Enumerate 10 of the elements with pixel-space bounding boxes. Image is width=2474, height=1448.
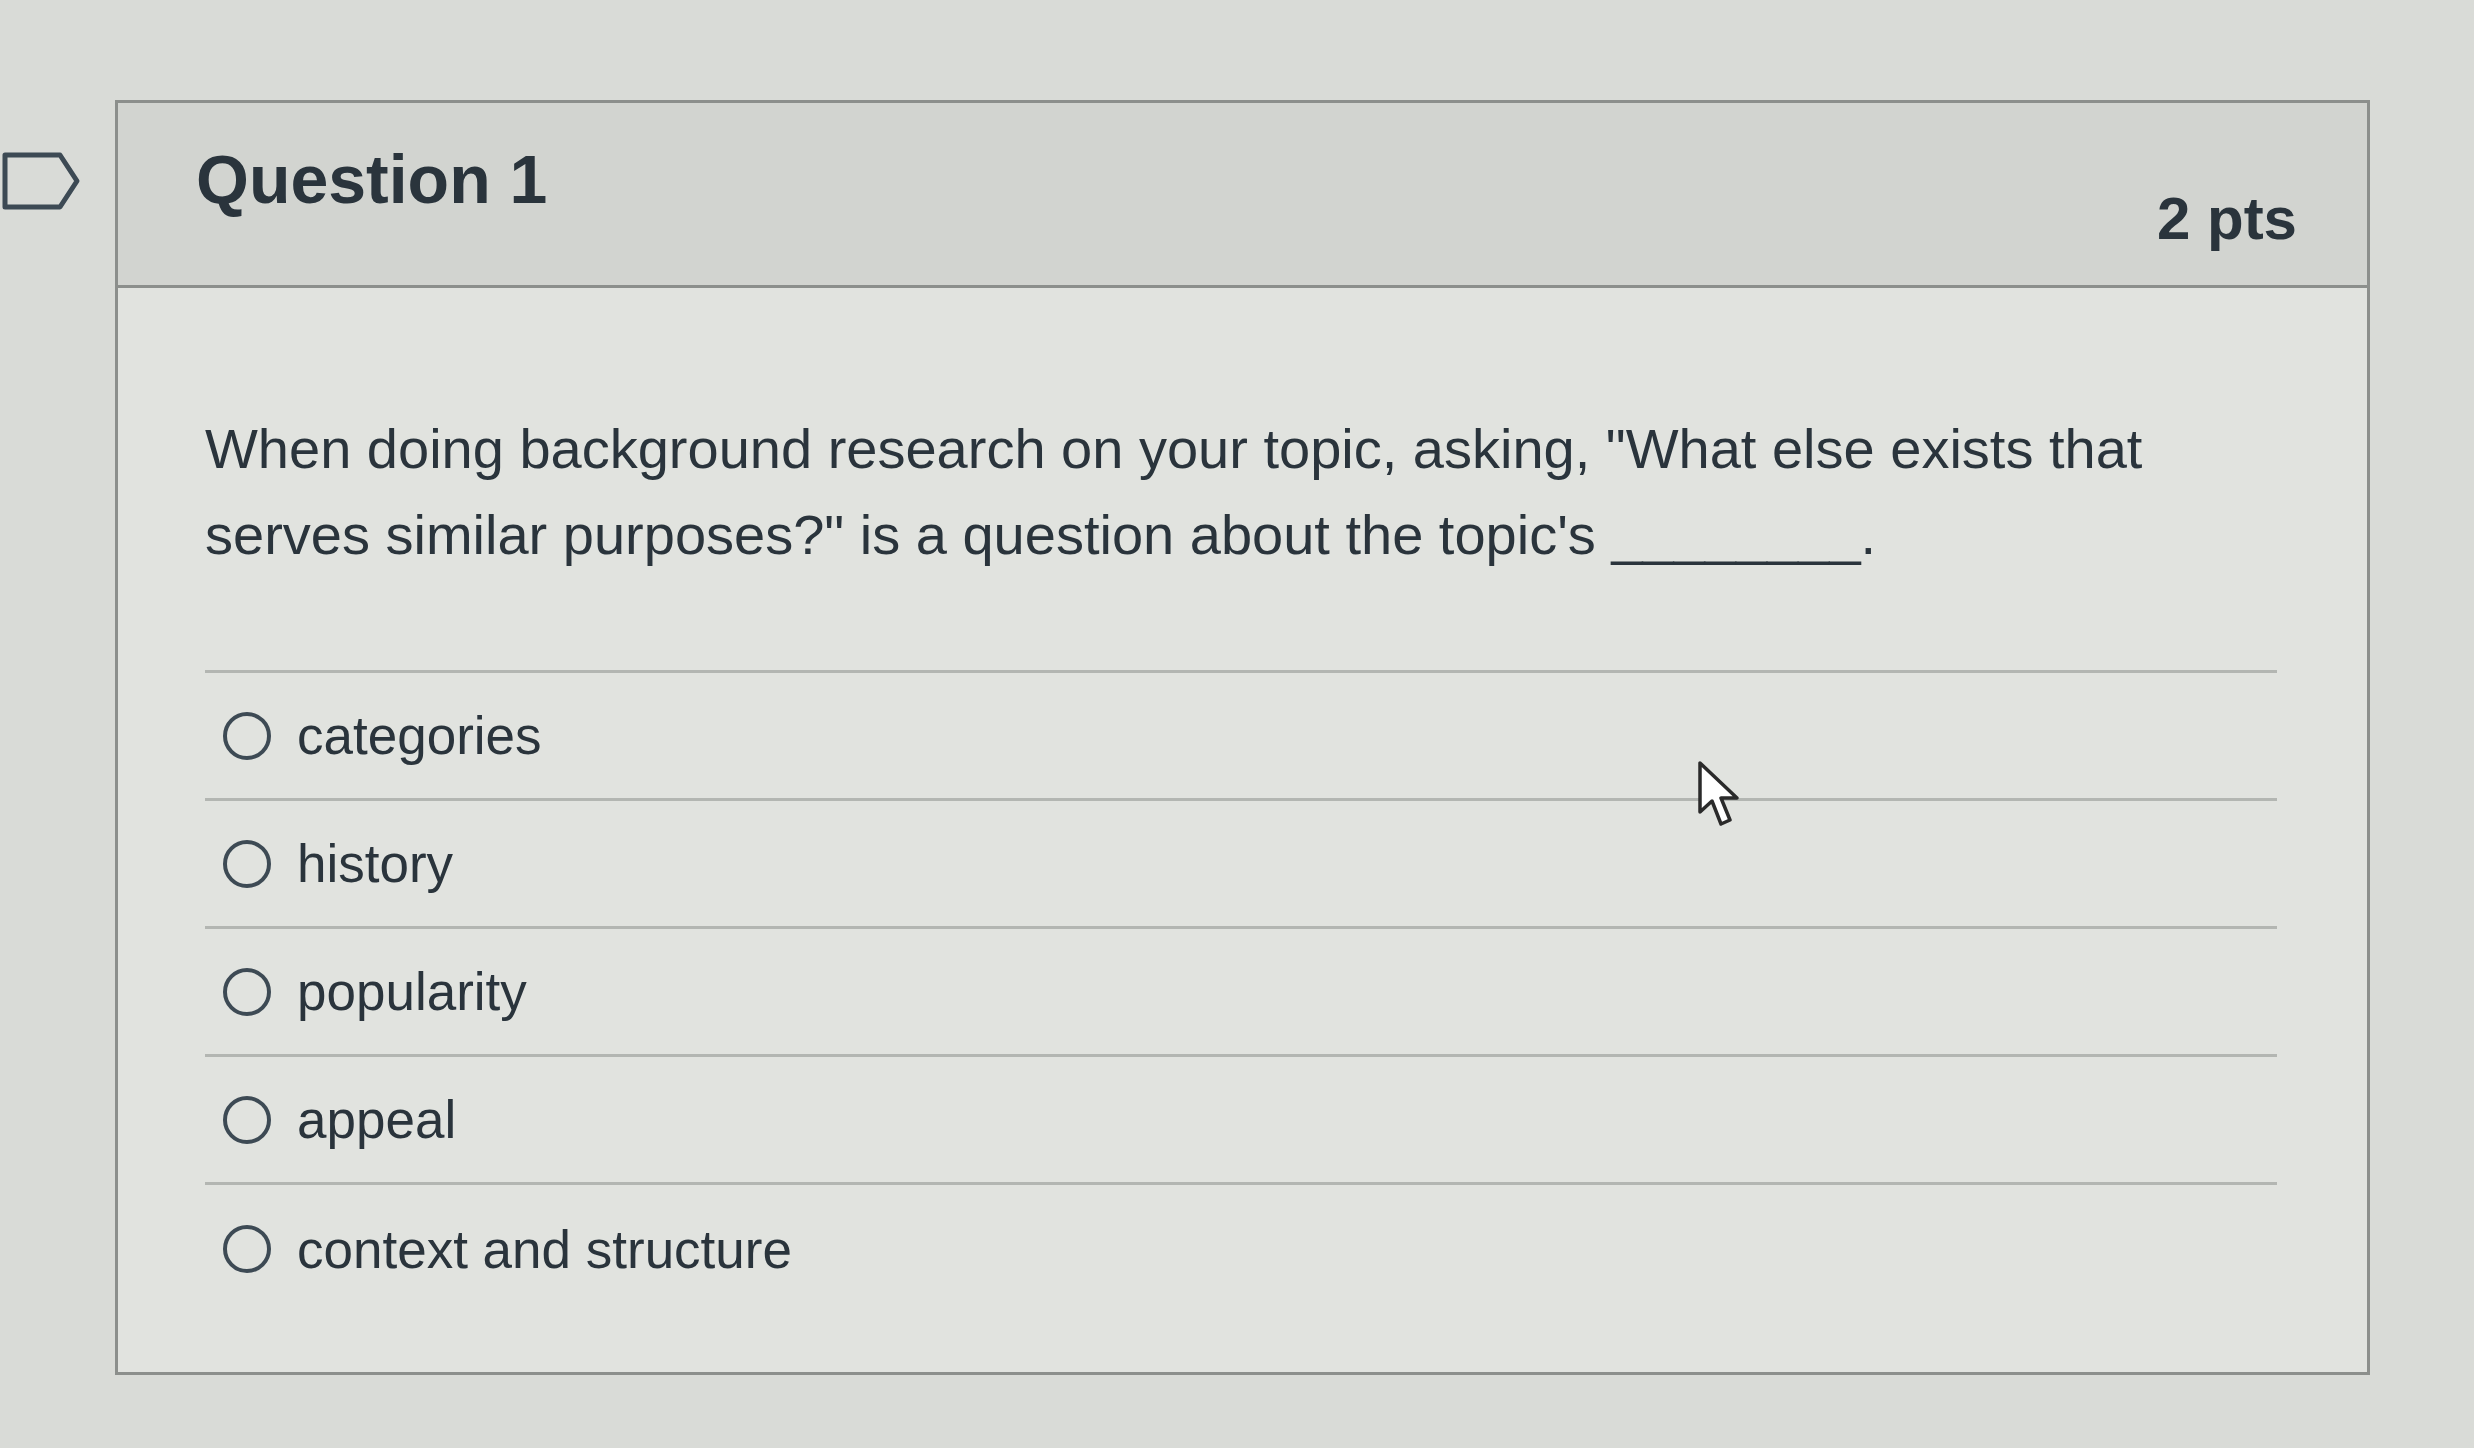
answer-label[interactable]: context and structure	[297, 1222, 792, 1276]
radio-button[interactable]	[223, 1225, 271, 1273]
question-text: When doing background research on your topic, asking, "What else exists that serves similar purposes?" is a question about the topic's ________.	[205, 416, 2144, 568]
radio-button[interactable]	[223, 1095, 271, 1144]
bookmark-icon[interactable]	[2, 152, 80, 210]
radio-button[interactable]	[223, 711, 271, 760]
points-label: 2 pts	[2156, 189, 2297, 249]
radio-button[interactable]	[223, 839, 271, 888]
mouse-pointer-icon	[1697, 760, 1741, 828]
radio-button[interactable]	[223, 967, 271, 1016]
